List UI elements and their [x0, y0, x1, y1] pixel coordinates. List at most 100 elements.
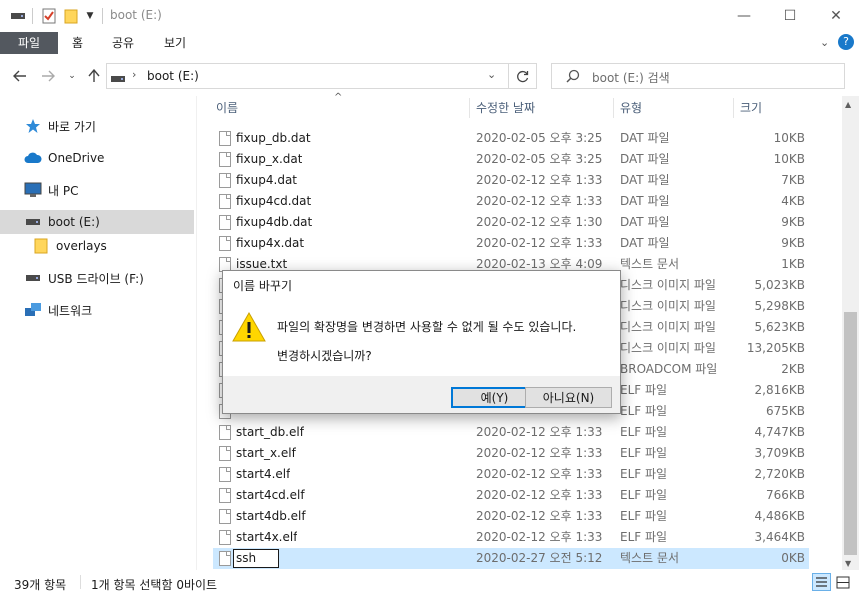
- sidebar-item-network[interactable]: 네트워크: [0, 298, 194, 322]
- rename-input[interactable]: ssh: [233, 549, 279, 568]
- file-row[interactable]: ssh 2020-02-27 오전 5:12 텍스트 문서 0KB: [213, 548, 809, 569]
- file-icon: [219, 215, 231, 230]
- properties-icon[interactable]: [41, 8, 57, 24]
- file-size: 675KB: [765, 404, 805, 418]
- tab-share[interactable]: 공유: [100, 32, 146, 54]
- help-icon[interactable]: ?: [838, 34, 854, 50]
- file-row[interactable]: start4x.elf 2020-02-12 오후 1:33 ELF 파일 3,464…: [213, 527, 809, 548]
- file-name: fixup_x.dat: [236, 152, 303, 166]
- drive-icon: [111, 72, 125, 86]
- column-separator[interactable]: [733, 98, 734, 118]
- file-size: 9KB: [781, 236, 805, 250]
- drive-icon: [24, 270, 42, 286]
- file-date: 2020-02-12 오후 1:30: [476, 215, 603, 229]
- file-row[interactable]: fixup4cd.dat 2020-02-12 오후 1:33 DAT 파일 4KB: [213, 191, 809, 212]
- file-row[interactable]: start4cd.elf 2020-02-12 오후 1:33 ELF 파일 766K…: [213, 485, 809, 506]
- minimize-button[interactable]: —: [721, 0, 767, 32]
- expand-ribbon-icon[interactable]: ⌄: [820, 36, 829, 49]
- file-date: 2020-02-12 오후 1:33: [476, 425, 603, 439]
- star-icon: [24, 118, 42, 134]
- file-type: BROADCOM 파일: [620, 362, 718, 376]
- file-name: fixup4db.dat: [236, 215, 313, 229]
- close-button[interactable]: ✕: [813, 0, 859, 32]
- drive-icon: [9, 8, 27, 24]
- customize-qat-icon[interactable]: ▼: [84, 8, 96, 24]
- file-type: DAT 파일: [620, 173, 670, 187]
- tab-home[interactable]: 홈: [60, 32, 95, 54]
- sidebar-item-usb-drive[interactable]: USB 드라이브 (F:): [0, 266, 194, 290]
- column-header-date[interactable]: 수정한 날짜: [476, 96, 535, 121]
- file-name: start4x.elf: [236, 530, 298, 544]
- file-size: 10KB: [773, 131, 805, 145]
- file-size: 4,486KB: [754, 509, 805, 523]
- file-size: 5,623KB: [754, 320, 805, 334]
- file-size: 2,720KB: [754, 467, 805, 481]
- details-view-icon[interactable]: [812, 573, 831, 591]
- sidebar-item-overlays[interactable]: overlays: [0, 234, 194, 258]
- sidebar-item-label: USB 드라이브 (F:): [48, 271, 144, 286]
- file-date: 2020-02-12 오후 1:33: [476, 173, 603, 187]
- file-name: fixup4cd.dat: [236, 194, 312, 208]
- back-button[interactable]: [10, 66, 30, 86]
- file-row[interactable]: fixup4x.dat 2020-02-12 오후 1:33 DAT 파일 9KB: [213, 233, 809, 254]
- drive-icon: [24, 214, 42, 230]
- no-button[interactable]: 아니요(N): [525, 387, 612, 408]
- sort-ascending-icon: ^: [334, 92, 343, 103]
- file-type: DAT 파일: [620, 131, 670, 145]
- file-type: 디스크 이미지 파일: [620, 278, 716, 292]
- file-row[interactable]: fixup_x.dat 2020-02-05 오후 3:25 DAT 파일 10KB: [213, 149, 809, 170]
- up-button[interactable]: [84, 66, 104, 86]
- sidebar-item-onedrive[interactable]: OneDrive: [0, 146, 194, 170]
- file-row[interactable]: fixup4.dat 2020-02-12 오후 1:33 DAT 파일 7KB: [213, 170, 809, 191]
- divider: [102, 8, 103, 24]
- file-row[interactable]: fixup4db.dat 2020-02-12 오후 1:30 DAT 파일 9KB: [213, 212, 809, 233]
- file-date: 2020-02-27 오전 5:12: [476, 551, 603, 565]
- breadcrumb-separator-icon: ›: [132, 68, 137, 81]
- file-date: 2020-02-05 오후 3:25: [476, 131, 603, 145]
- divider: [80, 575, 81, 589]
- file-size: 3,709KB: [754, 446, 805, 460]
- address-dropdown-icon[interactable]: ⌄: [487, 68, 496, 81]
- column-separator[interactable]: [469, 98, 470, 118]
- new-folder-icon[interactable]: [63, 8, 79, 24]
- file-row[interactable]: fixup_db.dat 2020-02-05 오후 3:25 DAT 파일 10KB: [213, 128, 809, 149]
- sidebar-item-quick-access[interactable]: 바로 가기: [0, 114, 194, 138]
- file-row[interactable]: start4.elf 2020-02-12 오후 1:33 ELF 파일 2,720K…: [213, 464, 809, 485]
- column-header-size[interactable]: 크기: [740, 96, 762, 121]
- file-icon: [219, 509, 231, 524]
- file-date: 2020-02-12 오후 1:33: [476, 509, 603, 523]
- sidebar-item-this-pc[interactable]: 내 PC: [0, 178, 194, 202]
- tab-view[interactable]: 보기: [152, 32, 198, 54]
- forward-button[interactable]: [38, 66, 58, 86]
- file-date: 2020-02-12 오후 1:33: [476, 530, 603, 544]
- file-row[interactable]: start4db.elf 2020-02-12 오후 1:33 ELF 파일 4,48…: [213, 506, 809, 527]
- file-type: DAT 파일: [620, 194, 670, 208]
- maximize-button[interactable]: ☐: [767, 0, 813, 32]
- file-size: 5,023KB: [754, 278, 805, 292]
- scrollbar-thumb[interactable]: [844, 312, 857, 555]
- scroll-down-icon[interactable]: ▼: [845, 559, 851, 568]
- file-size: 766KB: [765, 488, 805, 502]
- large-icons-view-icon[interactable]: [834, 574, 852, 591]
- column-header-type[interactable]: 유형: [620, 96, 642, 121]
- file-size: 4KB: [781, 194, 805, 208]
- pane-divider: [196, 96, 197, 570]
- file-type: 디스크 이미지 파일: [620, 320, 716, 334]
- file-size: 2KB: [781, 362, 805, 376]
- network-icon: [24, 302, 42, 318]
- file-name: start_x.elf: [236, 446, 296, 460]
- column-header-name[interactable]: 이름: [216, 96, 238, 121]
- warning-icon: [232, 311, 266, 343]
- refresh-button[interactable]: [509, 63, 537, 89]
- sidebar-item-boot-drive[interactable]: boot (E:): [0, 210, 194, 234]
- file-type: 디스크 이미지 파일: [620, 341, 716, 355]
- file-type: ELF 파일: [620, 488, 668, 502]
- recent-locations-icon[interactable]: ⌄: [62, 66, 82, 86]
- file-row[interactable]: start_x.elf 2020-02-12 오후 1:33 ELF 파일 3,709…: [213, 443, 809, 464]
- file-row[interactable]: start_db.elf 2020-02-12 오후 1:33 ELF 파일 4,74…: [213, 422, 809, 443]
- tab-file[interactable]: 파일: [0, 32, 58, 54]
- breadcrumb-current[interactable]: boot (E:): [147, 69, 199, 83]
- scroll-up-icon[interactable]: ▲: [845, 100, 851, 109]
- column-separator[interactable]: [613, 98, 614, 118]
- search-icon: [566, 69, 580, 86]
